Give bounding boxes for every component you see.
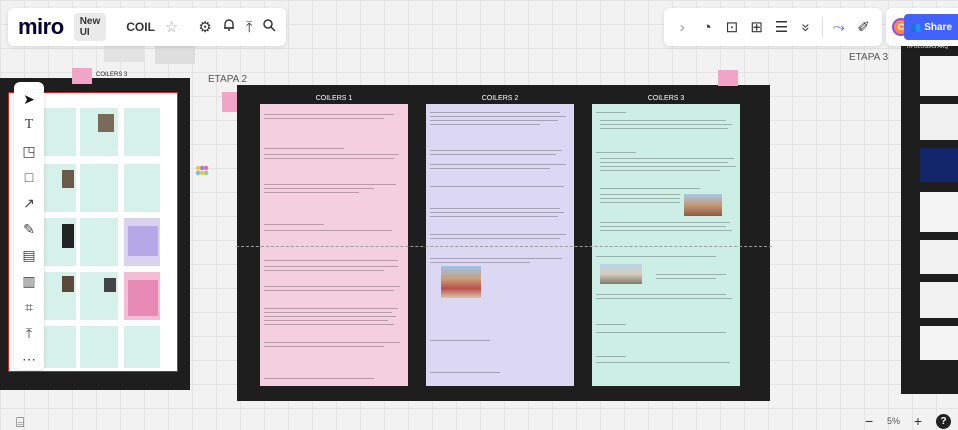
board-toolbar-right: › ◔ ⊡ ⊞ ☰ » ⤳ ✐ [664,8,882,46]
guide-line [236,246,772,247]
notes-icon[interactable]: ☰ [772,18,790,36]
share-button[interactable]: 👥 Share [904,14,958,40]
color-swatch-group[interactable] [195,165,209,177]
search-icon[interactable] [262,18,276,36]
bell-icon[interactable] [222,18,236,36]
stage-label-etapa3: ETAPA 3 [849,52,889,63]
tipologia-card[interactable] [920,282,958,318]
pen-tool-icon[interactable]: ✎ [18,220,40,238]
zoom-out-button[interactable]: − [865,413,873,429]
select-tool-icon[interactable]: ➤ [18,90,40,108]
tipologia-card[interactable] [920,192,958,232]
divider [821,17,823,37]
building-photo [684,194,722,216]
creation-toolbar: ➤ T ◳ □ ↗ ✎ ▤ ▥ ⌗ ⤒ ⋯ [14,82,44,370]
zoom-in-button[interactable]: + [914,413,922,429]
timer-icon[interactable]: ◔ [698,19,716,36]
board-name[interactable]: COIL [126,20,155,34]
cursor-icon[interactable]: ✐ [855,18,873,36]
reactions-icon[interactable]: ⤳ [830,19,848,36]
board-header: miro New UI COIL ☆ ⚙ ⤒ [8,8,286,46]
expand-icon[interactable]: › [673,19,691,36]
mini-card-grid [44,108,172,368]
tipologia-card[interactable] [920,326,958,360]
settings-icon[interactable]: ⚙ [198,18,211,36]
new-ui-badge[interactable]: New UI [73,13,107,41]
crop-frame-tool-icon[interactable]: ⌗ [18,298,40,316]
building-photo [441,266,481,298]
text-tool-icon[interactable]: T [18,116,40,134]
tipologia-card[interactable] [920,240,958,274]
upload-tool-icon[interactable]: ⤒ [18,324,40,342]
column-title-coilers-3: COILERS 3 [647,95,685,102]
column-title-coilers-1: COILERS 1 [315,95,353,102]
present-icon[interactable]: ⊡ [723,18,741,36]
frames-panel-icon[interactable]: ⌸ [16,414,24,430]
frame-tag-pink [718,70,738,86]
comment-tool-icon[interactable]: ▤ [18,246,40,264]
sticky-note-tool-icon[interactable]: ◳ [18,142,40,160]
comment-icon[interactable]: ⊞ [748,18,766,36]
tipologia-card[interactable] [920,104,958,140]
zoom-level[interactable]: 5% [887,416,900,426]
tipologia-card[interactable] [920,56,958,96]
building-photo [600,264,642,284]
column-title-coilers-2: COILERS 2 [481,95,519,102]
upload-icon[interactable]: ⤒ [246,19,253,36]
star-icon[interactable]: ☆ [165,18,178,36]
more-tools-icon[interactable]: ⋯ [18,350,40,368]
connector-tool-icon[interactable]: ↗ [18,194,40,212]
zoom-controls: − 5% + ? [858,412,958,430]
frame-tag-label: COILERS 3 [96,72,128,78]
shape-tool-icon[interactable]: □ [18,168,40,186]
users-icon: 👥 [910,21,922,32]
tipologia-card[interactable] [920,148,958,182]
stage-label-etapa2: ETAPA 2 [208,74,248,85]
help-icon[interactable]: ? [936,413,951,429]
more-icon[interactable]: » [798,18,815,36]
frame-tag-pink [72,68,92,84]
miro-logo[interactable]: miro [18,14,64,40]
share-label: Share [924,21,953,33]
frame-tool-icon[interactable]: ▥ [18,272,40,290]
